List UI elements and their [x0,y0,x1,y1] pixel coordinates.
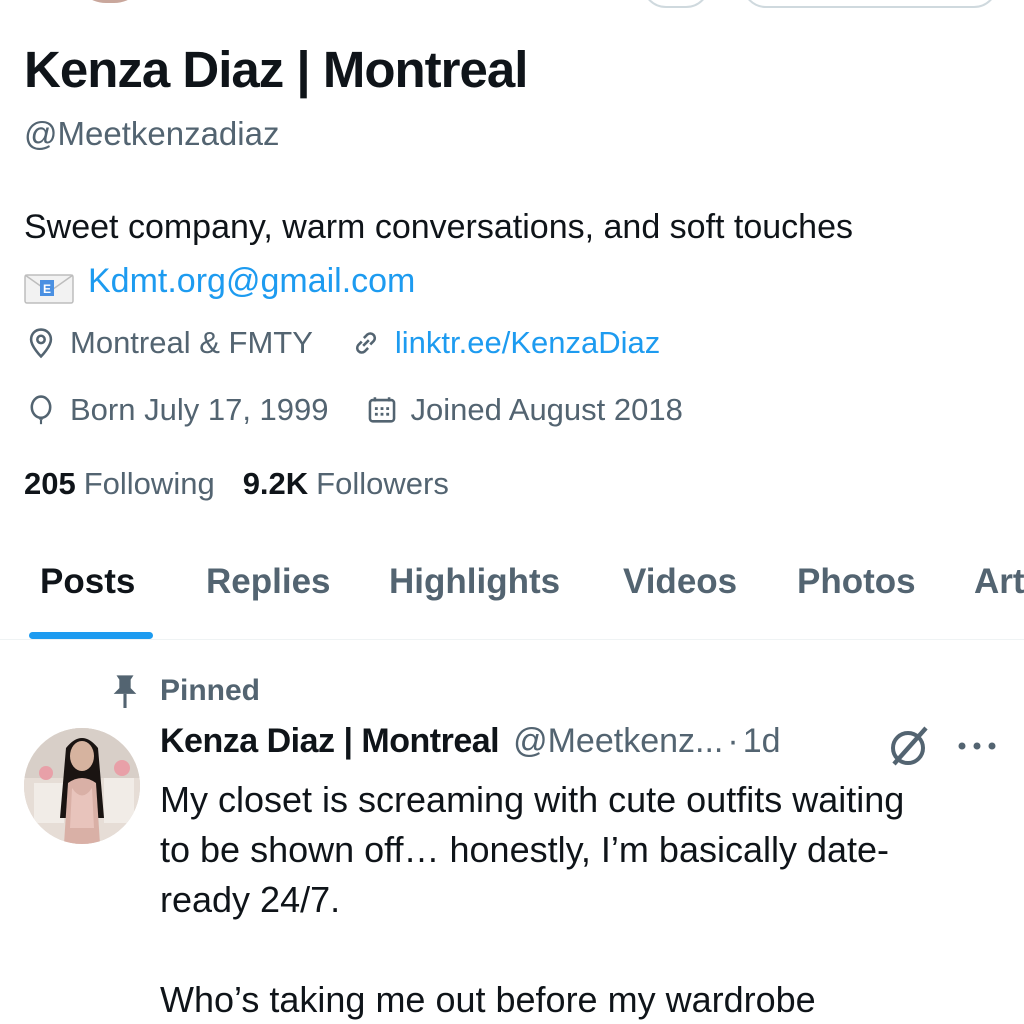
link-icon [355,332,376,354]
pin-icon [113,675,137,708]
website-item[interactable]: linktr.ee/KenzaDiaz [349,325,660,361]
website-link[interactable]: linktr.ee/KenzaDiaz [395,325,660,361]
more-options-button[interactable] [642,0,710,8]
tab-articles[interactable]: Art [974,562,1024,602]
profile-tabs: Posts Replies Highlights Videos Photos A… [0,540,1024,640]
bio-email-line: E Kdmt.org@gmail.com [24,254,1014,308]
post-author-handle[interactable]: @Meetkenz... [513,722,723,761]
tab-posts[interactable]: Posts [40,562,135,602]
calendar-icon [368,397,395,423]
tab-replies[interactable]: Replies [206,562,331,602]
post-separator: · [727,722,739,760]
bio-text: Sweet company, warm conversations, and s… [24,208,853,246]
tab-videos[interactable]: Videos [623,562,737,602]
followers-stat[interactable]: 9.2K Followers [243,466,449,502]
following-count: 205 [24,466,76,501]
grok-icon[interactable] [886,722,934,770]
tab-photos[interactable]: Photos [797,562,916,602]
profile-meta-row-2: Born July 17, 1999 Joined August 2018 [24,392,719,428]
location-text: Montreal & FMTY [70,325,313,360]
following-stat[interactable]: 205 Following [24,466,215,502]
profile-handle: @Meetkenzadiaz [24,115,280,152]
profile-name: Kenza Diaz | Montreal [24,41,528,98]
tab-highlights[interactable]: Highlights [389,562,560,602]
followers-count: 9.2K [242,466,309,501]
more-icon[interactable] [956,740,998,752]
post-body-text: My closet is screaming with cute outfits… [160,779,905,1020]
profile-meta-row-1: Montreal & FMTY linktr.ee/KenzaDiaz [24,325,696,361]
profile-stats: 205 Following 9.2K Followers [24,466,477,502]
profile-avatar-partial[interactable] [70,0,150,6]
envelope-emoji-icon: E [24,266,74,304]
location-item: Montreal & FMTY [24,325,313,361]
birthday-item: Born July 17, 1999 [24,392,329,428]
bio-email-link[interactable]: Kdmt.org@gmail.com [88,254,415,308]
balloon-icon [30,395,52,425]
active-tab-indicator [29,632,153,639]
post-author-avatar[interactable] [24,728,140,844]
follow-button[interactable] [742,0,998,8]
post-author-name[interactable]: Kenza Diaz | Montreal [160,722,500,761]
profile-bio: Sweet company, warm conversations, and s… [24,200,1014,308]
joined-item: Joined August 2018 [365,392,683,428]
post-timestamp[interactable]: 1d [743,722,781,761]
pinned-label-row: Pinned [108,672,260,710]
svg-text:E: E [43,282,51,296]
location-pin-icon [29,328,53,359]
following-label: Following [83,466,215,501]
birthday-text: Born July 17, 1999 [70,392,329,427]
pinned-text: Pinned [160,674,261,707]
joined-text: Joined August 2018 [410,392,683,427]
followers-label: Followers [316,466,449,501]
post-header: Kenza Diaz | Montreal @Meetkenz... · 1d [160,722,781,761]
